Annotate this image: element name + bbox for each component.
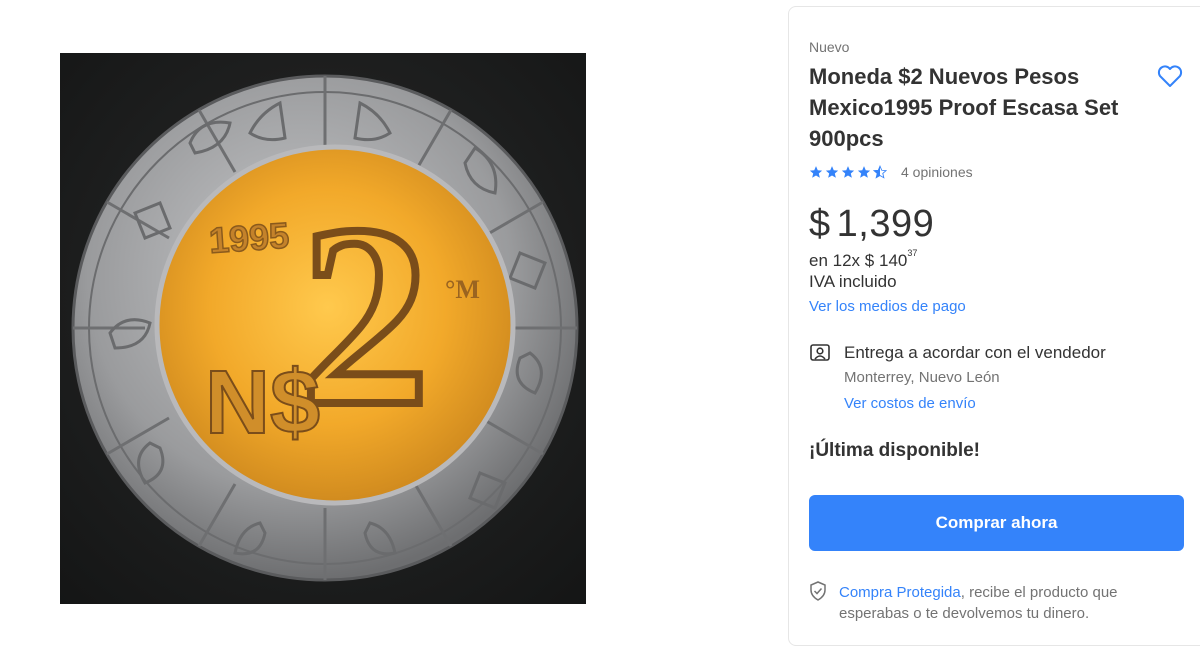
buy-box: Nuevo Moneda $2 Nuevos Pesos Mexico1995 … (788, 6, 1200, 646)
price: $1,399 (809, 203, 934, 246)
item-condition: Nuevo (809, 39, 850, 55)
reviews-count[interactable]: 4 opiniones (901, 164, 973, 180)
rating[interactable]: 4 opiniones (809, 164, 973, 180)
star-icon (841, 166, 855, 178)
price-currency: $ (809, 203, 831, 245)
coin-image: 1995 2 N$ °M (60, 53, 586, 604)
product-gallery: 1995 2 N$ °M (0, 0, 788, 618)
tax-note: IVA incluido (809, 272, 897, 291)
installments-amount: 140 (878, 251, 908, 270)
shield-check-icon (809, 581, 827, 606)
heart-icon[interactable] (1155, 61, 1185, 91)
star-icon (825, 166, 839, 178)
payment-methods-link[interactable]: Ver los medios de pago (809, 298, 966, 315)
installments: en 12x $ 14037 (809, 248, 918, 271)
buy-now-button[interactable]: Comprar ahora (809, 495, 1184, 551)
star-icon (809, 166, 823, 178)
shipping-costs-link[interactable]: Ver costos de envío (844, 395, 976, 412)
shipping-location: Monterrey, Nuevo León (844, 369, 1000, 386)
product-photo[interactable]: 1995 2 N$ °M (60, 53, 586, 604)
person-card-icon (809, 343, 831, 368)
star-half-icon (873, 165, 887, 179)
installments-cents: 37 (907, 248, 918, 259)
price-amount: 1,399 (836, 203, 935, 245)
coin-currency-mark: N$ (205, 353, 320, 453)
star-icon (857, 166, 871, 178)
stock-status: ¡Última disponible! (809, 440, 980, 461)
coin-mint-mark: °M (445, 275, 480, 304)
purchase-protection-link[interactable]: Compra Protegida (839, 584, 961, 601)
coin-year: 1995 (208, 214, 291, 260)
installments-currency: $ (864, 251, 875, 270)
rating-stars (809, 165, 887, 179)
installments-prefix: en 12x (809, 251, 861, 270)
product-title: Moneda $2 Nuevos Pesos Mexico1995 Proof … (809, 64, 1119, 151)
shipping-title: Entrega a acordar con el vendedor (844, 343, 1106, 362)
